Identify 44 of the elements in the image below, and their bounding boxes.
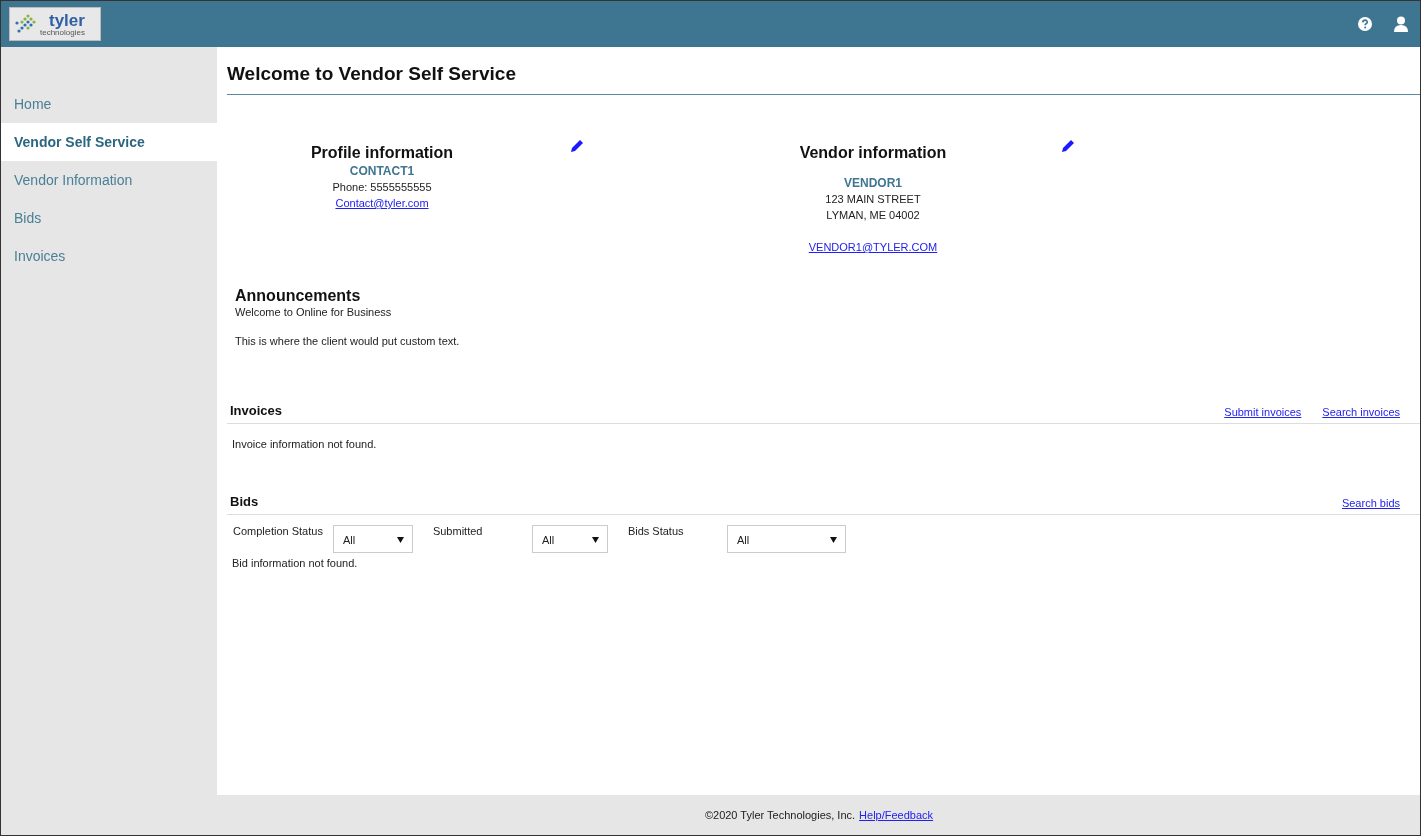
filter-label: Bids Status	[627, 525, 685, 537]
card-title: Profile information	[309, 143, 455, 163]
card-line: 123 MAIN STREET	[824, 192, 922, 207]
caret-icon	[829, 537, 837, 543]
sidebar-item[interactable]: Bids	[1, 199, 217, 237]
card-line: Phone: 5555555555	[331, 180, 433, 195]
filter-label: Submitted	[432, 525, 484, 537]
card-title: Vendor information	[798, 143, 948, 163]
announcement-text: This is where the client would put custom text.	[235, 334, 461, 348]
empty-message: Bid information not found.	[231, 557, 359, 569]
sidebar-item[interactable]: Vendor Information	[1, 161, 217, 199]
sidebar-item[interactable]: Vendor Self Service	[1, 123, 217, 161]
invoice-link[interactable]: Search invoices	[1322, 406, 1400, 418]
section-title: Announcements	[235, 287, 362, 305]
filter-dropdown[interactable]: All	[726, 525, 846, 553]
bids-link[interactable]: Search bids	[1341, 497, 1400, 509]
edit-icon[interactable]	[571, 139, 584, 152]
user-icon[interactable]	[1394, 16, 1408, 32]
caret-icon	[591, 537, 599, 543]
help-icon[interactable]	[1358, 17, 1372, 31]
email-link[interactable]: Contact@tyler.com	[335, 197, 429, 209]
filter-dropdown[interactable]: All	[531, 525, 608, 553]
invoice-link[interactable]: Submit invoices	[1224, 406, 1302, 418]
filter-label: Completion Status	[233, 525, 323, 537]
logo[interactable]: tyler technologies	[9, 7, 101, 41]
logo-tagline: technologies	[40, 28, 85, 37]
section-title: Invoices	[230, 403, 283, 418]
copyright-text: ©2020 Tyler Technologies, Inc.	[704, 809, 856, 821]
filter-dropdown[interactable]: All	[332, 525, 413, 553]
help-link[interactable]: Help/Feedback	[859, 809, 934, 821]
sidebar-item[interactable]: Home	[1, 85, 217, 123]
page-title: Welcome to Vendor Self Service	[227, 47, 1420, 95]
card-line: LYMAN, ME 04002	[825, 208, 921, 223]
card-name: CONTACT1	[348, 163, 416, 179]
edit-icon[interactable]	[1062, 139, 1075, 152]
section-title: Bids	[230, 494, 259, 509]
empty-message: Invoice information not found.	[231, 438, 378, 450]
card-name: VENDOR1	[843, 175, 903, 191]
sidebar-item[interactable]: Invoices	[1, 237, 217, 275]
email-link[interactable]: VENDOR1@TYLER.COM	[808, 241, 938, 253]
announcement-text: Welcome to Online for Business	[235, 305, 393, 319]
logo-name: tyler	[49, 11, 85, 29]
caret-icon	[396, 537, 404, 543]
dots-icon	[14, 14, 38, 34]
